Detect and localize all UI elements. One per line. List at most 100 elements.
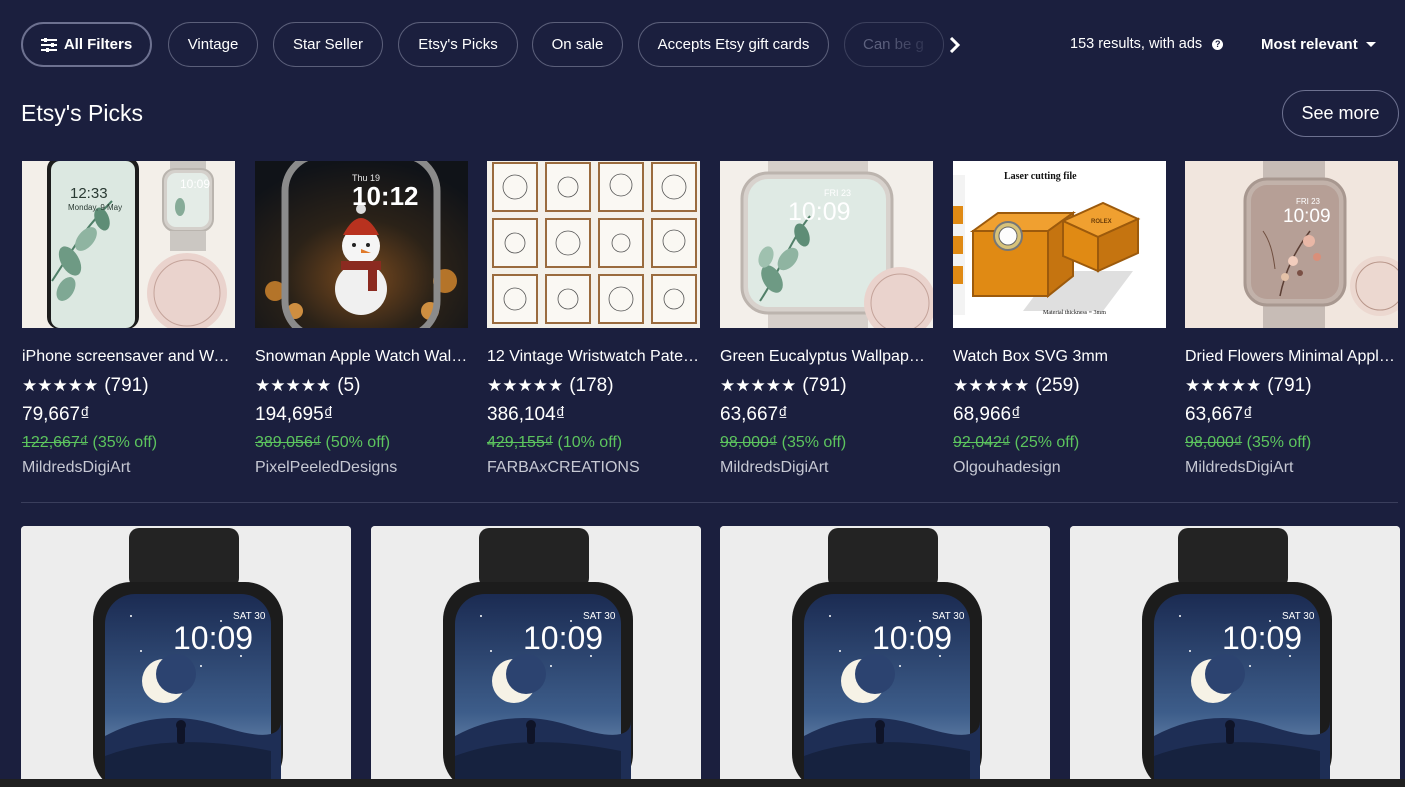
watch-date: FRI 23 [1296, 197, 1321, 206]
watch-clock: 10:12 [352, 181, 419, 211]
pick-title[interactable]: iPhone screensaver and Watch face [22, 348, 235, 366]
star-rating-icon: ★★★★★ [487, 376, 564, 395]
listing-image[interactable]: SAT 30 10:09 [1070, 526, 1400, 787]
watch-clock: 10:09 [788, 198, 851, 226]
shop-name[interactable]: MildredsDigiArt [1185, 459, 1398, 477]
original-price: 92,042₫ [953, 434, 1011, 451]
pick-title[interactable]: 12 Vintage Wristwatch Patent Prints [487, 348, 700, 366]
product-image[interactable]: Laser cutting file ROLEX Material thickn… [953, 161, 1166, 328]
watch-clock: 10:09 [872, 620, 953, 656]
sort-label: Most relevant [1261, 36, 1358, 53]
pick-title[interactable]: Green Eucalyptus Wallpaper Watch [720, 348, 933, 366]
product-image[interactable]: Thu 19 10:12 [255, 161, 468, 328]
filter-chip-etsys-picks[interactable]: Etsy's Picks [398, 22, 518, 67]
price: 68,966₫ [953, 404, 1021, 425]
image-caption: Material thickness = 3mm [1043, 310, 1106, 316]
pick-card[interactable]: Thu 19 10:12 Snowman Apple Watch Wallpap… [255, 161, 468, 477]
rating: ★★★★★ (791) [22, 375, 235, 397]
discount: (35% off) [781, 434, 847, 451]
original-price-line: 429,155₫ (10% off) [487, 434, 700, 452]
original-price-line: 98,000₫ (35% off) [1185, 434, 1398, 452]
filter-sliders-icon [40, 37, 57, 52]
pick-title[interactable]: Snowman Apple Watch Wallpaper [255, 348, 468, 366]
product-image[interactable]: FRI 23 10:09 [1185, 161, 1398, 328]
original-price-line: 98,000₫ (35% off) [720, 434, 933, 452]
listing-image[interactable]: SAT 30 10:09 [371, 526, 701, 787]
shop-name[interactable]: MildredsDigiArt [22, 459, 235, 477]
product-image[interactable] [487, 161, 700, 328]
image-brand: ROLEX [1091, 219, 1112, 225]
star-rating-icon: ★★★★★ [720, 376, 797, 395]
star-rating-icon: ★★★★★ [255, 376, 332, 395]
pick-card[interactable]: FRI 23 10:09 Green Eucalyptus Wallpaper … [720, 161, 933, 477]
watch-clock: 10:09 [173, 620, 254, 656]
filter-scroll-right-button[interactable] [939, 22, 971, 67]
discount: (10% off) [557, 434, 623, 451]
review-count: (259) [1035, 375, 1080, 396]
shop-name[interactable]: PixelPeeledDesigns [255, 459, 468, 477]
price: 79,667₫ [22, 404, 90, 425]
shop-name[interactable]: FARBAxCREATIONS [487, 459, 700, 477]
pick-card[interactable]: 12:33 Monday, 9 May 10:09 iPhone screens… [22, 161, 235, 477]
price: 194,695₫ [255, 404, 334, 425]
star-rating-icon: ★★★★★ [1185, 376, 1262, 395]
section-divider [21, 502, 1398, 503]
star-rating-icon: ★★★★★ [22, 376, 99, 395]
original-price: 98,000₫ [1185, 434, 1243, 451]
shop-name[interactable]: Olgouhadesign [953, 459, 1166, 477]
pick-title[interactable]: Dried Flowers Minimal Apple Watch [1185, 348, 1398, 366]
sort-dropdown[interactable]: Most relevant [1261, 36, 1376, 53]
rating: ★★★★★ (791) [720, 375, 933, 397]
original-price-line: 389,056₫ (50% off) [255, 434, 468, 452]
price: 386,104₫ [487, 404, 566, 425]
listing-image[interactable]: SAT 30 10:09 [21, 526, 351, 787]
product-image[interactable]: 12:33 Monday, 9 May 10:09 [22, 161, 235, 328]
product-image[interactable]: FRI 23 10:09 [720, 161, 933, 328]
discount: (35% off) [92, 434, 158, 451]
review-count: (178) [569, 375, 614, 396]
all-filters-button[interactable]: All Filters [21, 22, 152, 67]
all-filters-label: All Filters [63, 36, 133, 53]
results-count: 153 results, with ads ? [1070, 36, 1224, 52]
original-price-line: 122,667₫ (35% off) [22, 434, 235, 452]
watch-date: FRI 23 [824, 188, 852, 198]
see-more-button[interactable]: See more [1282, 90, 1399, 137]
original-price: 122,667₫ [22, 434, 89, 451]
discount: (35% off) [1246, 434, 1312, 451]
star-rating-icon: ★★★★★ [953, 376, 1030, 395]
rating: ★★★★★ (259) [953, 375, 1166, 397]
watch-clock: 10:09 [1222, 620, 1303, 656]
original-price-line: 92,042₫ (25% off) [953, 434, 1166, 452]
filter-chip-star-seller[interactable]: Star Seller [273, 22, 383, 67]
review-count: (791) [104, 375, 149, 396]
caret-down-icon [1365, 42, 1376, 47]
chevron-right-icon [949, 36, 961, 53]
rating: ★★★★★ (791) [1185, 375, 1398, 397]
phone-clock: 12:33 [70, 185, 108, 202]
discount: (25% off) [1014, 434, 1080, 451]
image-heading: Laser cutting file [1004, 171, 1077, 182]
results-text: 153 results, with ads [1070, 36, 1203, 52]
original-price: 429,155₫ [487, 434, 554, 451]
price: 63,667₫ [1185, 404, 1253, 425]
review-count: (791) [802, 375, 847, 396]
watch-clock: 10:09 [1283, 206, 1331, 227]
original-price: 98,000₫ [720, 434, 778, 451]
filter-chip-can-be-gifted[interactable]: Can be g [844, 22, 944, 67]
shop-name[interactable]: MildredsDigiArt [720, 459, 933, 477]
pick-card[interactable]: 12 Vintage Wristwatch Patent Prints ★★★★… [487, 161, 700, 477]
phone-clock-date: Monday, 9 May [68, 203, 123, 212]
listing-image[interactable]: SAT 30 10:09 [720, 526, 1050, 787]
pick-card[interactable]: FRI 23 10:09 Dried Flowers Minimal Apple… [1185, 161, 1398, 477]
review-count: (5) [337, 375, 361, 396]
pick-card[interactable]: Laser cutting file ROLEX Material thickn… [953, 161, 1166, 477]
pick-title[interactable]: Watch Box SVG 3mm [953, 348, 1166, 366]
help-icon[interactable]: ? [1212, 38, 1224, 50]
filter-chip-on-sale[interactable]: On sale [532, 22, 623, 67]
filter-chip-gift-cards[interactable]: Accepts Etsy gift cards [638, 22, 829, 67]
price: 63,667₫ [720, 404, 788, 425]
filter-chip-vintage[interactable]: Vintage [168, 22, 258, 67]
watch-clock: 10:09 [523, 620, 604, 656]
bottom-edge [0, 779, 1405, 787]
section-title: Etsy's Picks [21, 100, 143, 126]
